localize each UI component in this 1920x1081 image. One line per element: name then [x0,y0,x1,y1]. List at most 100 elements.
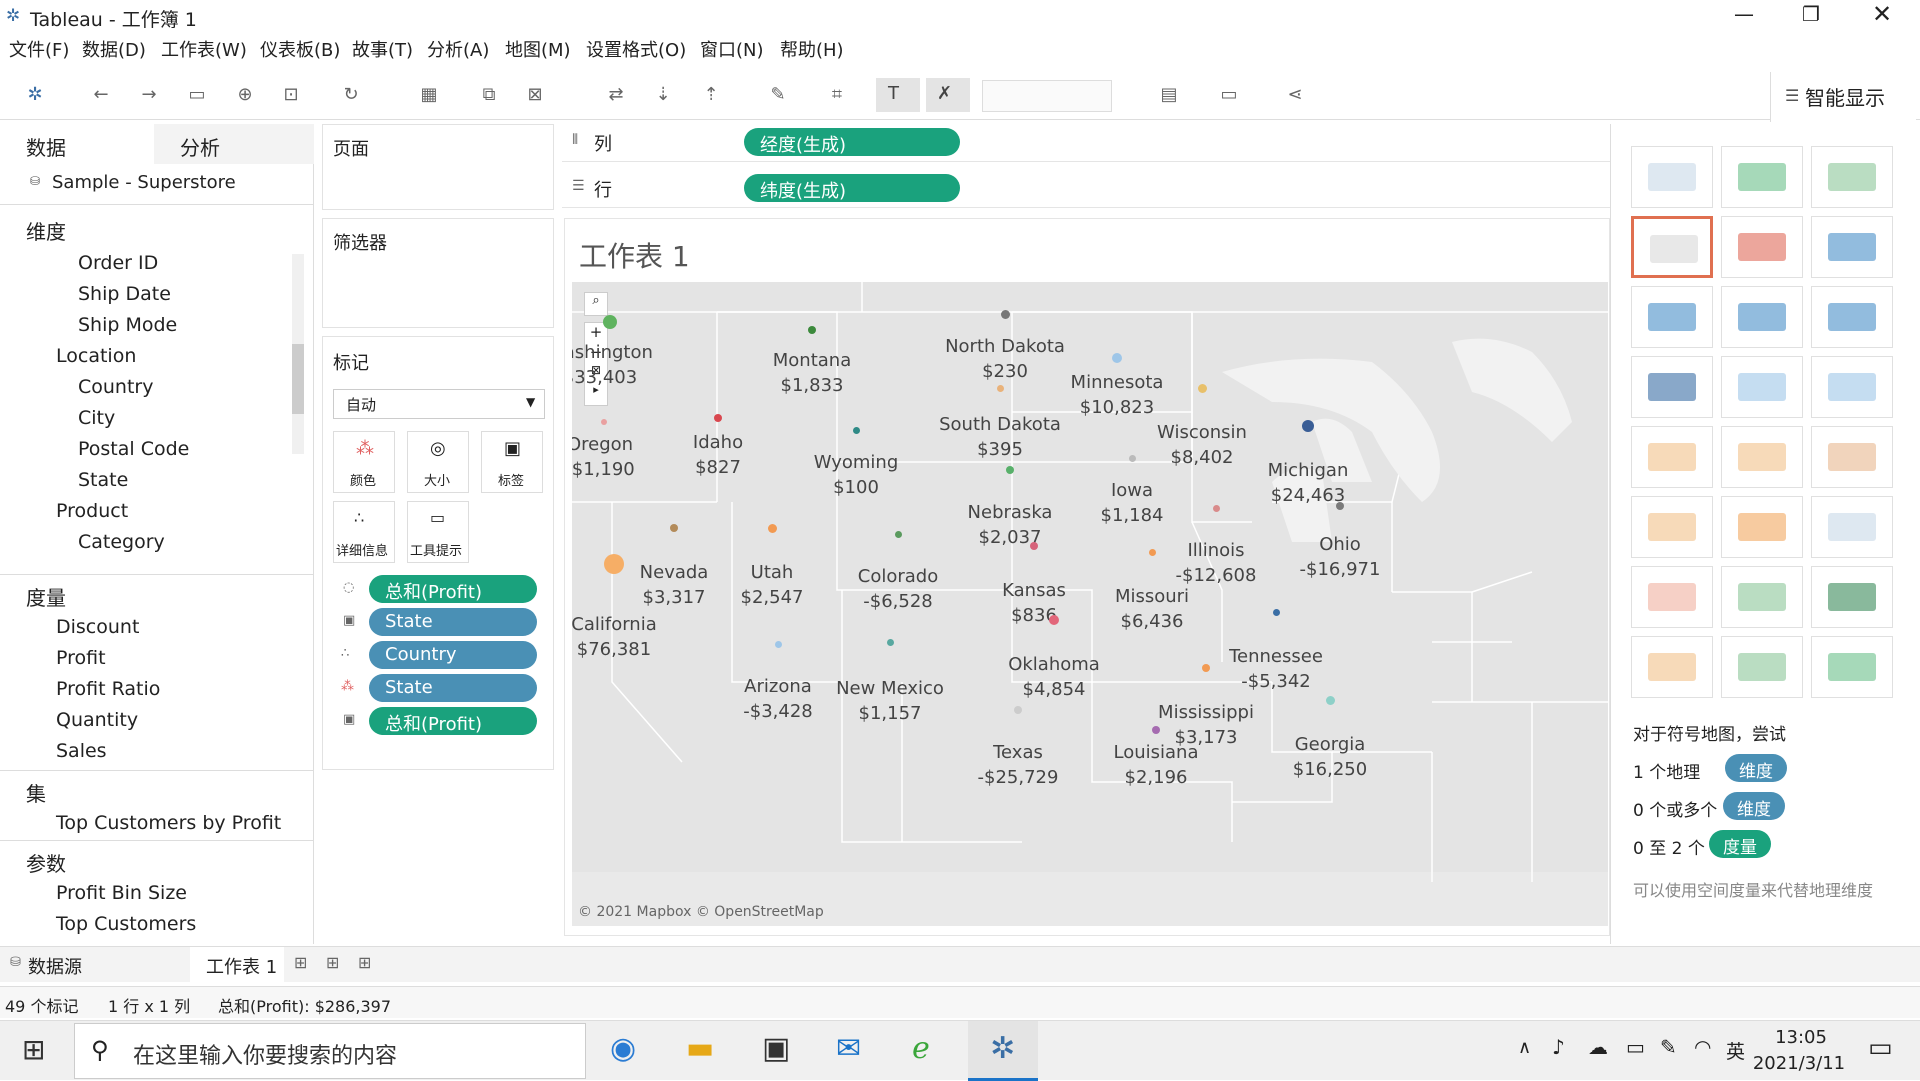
menu-analysis[interactable]: 分析(A) [427,36,489,62]
state-mark-mississippi[interactable] [1202,664,1210,672]
ie-icon[interactable]: ℯ [912,1031,930,1066]
menu-format[interactable]: 设置格式(O) [586,36,686,62]
mark-pill-state-label[interactable]: State [369,608,537,636]
state-mark-california[interactable] [604,554,624,574]
field-sales[interactable]: Sales [56,740,107,762]
field-ship-mode[interactable]: Ship Mode [78,314,177,336]
close-button[interactable]: ✕ [1872,0,1892,28]
show-me-chart-16[interactable] [1631,496,1713,558]
field-country[interactable]: Country [78,376,153,398]
map-search-icon[interactable]: ⌕ [584,292,608,316]
show-me-chart-4[interactable] [1631,216,1713,278]
menu-data[interactable]: 数据(D) [82,36,146,62]
clock-date[interactable]: 2021/3/11 [1734,1053,1864,1074]
edge-icon[interactable]: ◉ [610,1031,636,1066]
state-mark-north-dakota[interactable] [1000,309,1010,319]
set-top-customers-by-profit[interactable]: Top Customers by Profit [56,812,281,834]
show-me-chart-13[interactable] [1631,426,1713,488]
rows-shelf[interactable]: ☰ 行 纬度(生成) [562,170,1610,208]
show-me-chart-10[interactable] [1631,356,1713,418]
show-me-chart-24[interactable] [1811,636,1893,698]
new-datasource-icon[interactable]: ⊕ [234,84,256,106]
field-profit-ratio[interactable]: Profit Ratio [56,678,160,700]
datasource-name[interactable]: Sample - Superstore [52,172,236,193]
menu-window[interactable]: 窗口(N) [700,36,764,62]
state-mark-south-dakota[interactable] [996,384,1004,392]
state-mark-arizona[interactable] [774,640,782,648]
minimize-button[interactable]: — [1734,2,1754,26]
notification-icon[interactable]: ▭ [1868,1033,1893,1063]
dimensions-scrollbar[interactable] [292,254,304,454]
new-story-tab-icon[interactable]: ⊞ [358,953,371,972]
new-worksheet-tab-icon[interactable]: ⊞ [294,953,307,972]
onedrive-icon[interactable]: ☁ [1588,1035,1608,1059]
map-view[interactable]: ⌕ + − ⊠ ▸ © 2021 Mapbox © OpenStreetMap … [572,282,1608,926]
show-me-chart-14[interactable] [1721,426,1803,488]
redo-icon[interactable]: → [138,84,160,106]
state-mark-tennessee[interactable] [1272,608,1280,616]
show-me-chart-9[interactable] [1811,286,1893,348]
field-quantity[interactable]: Quantity [56,709,138,731]
fit-dropdown[interactable] [982,80,1112,112]
tableau-home-icon[interactable]: ✲ [24,84,46,106]
state-mark-oregon[interactable] [601,419,607,425]
show-me-chart-19[interactable] [1631,566,1713,628]
show-me-chart-6[interactable] [1811,216,1893,278]
mark-type-dropdown[interactable]: 自动 ▼ [333,389,545,419]
state-mark-georgia[interactable] [1325,695,1335,705]
field-postal-code[interactable]: Postal Code [78,438,189,460]
tab-analysis[interactable]: 分析 [154,124,314,164]
show-me-chart-5[interactable] [1721,216,1803,278]
show-me-chart-1[interactable] [1631,146,1713,208]
show-me-chart-12[interactable] [1811,356,1893,418]
menu-dashboard[interactable]: 仪表板(B) [260,36,340,62]
store-icon[interactable]: ▣ [762,1031,790,1066]
param-profit-bin-size[interactable]: Profit Bin Size [56,882,187,904]
show-me-chart-17[interactable] [1721,496,1803,558]
state-mark-new-mexico[interactable] [886,638,894,646]
show-me-chart-15[interactable] [1811,426,1893,488]
state-mark-utah[interactable] [767,523,777,533]
show-me-chart-7[interactable] [1631,286,1713,348]
state-mark-nevada[interactable] [670,524,678,532]
wifi-icon[interactable]: ◠ [1694,1035,1711,1059]
folder-location[interactable]: Location [56,345,136,367]
detail-button[interactable]: ∴ 详细信息 [333,501,395,563]
sort-ascending-icon[interactable]: ⇣ [652,84,674,106]
new-dashboard-tab-icon[interactable]: ⊞ [326,953,339,972]
state-mark-iowa[interactable] [1128,454,1136,462]
battery-icon[interactable]: ▭ [1626,1035,1645,1059]
fix-axes-button[interactable]: ✗ [926,78,970,112]
field-city[interactable]: City [78,407,115,429]
new-worksheet-icon[interactable]: ▦ [418,84,440,106]
color-button[interactable]: ⁂ 颜色 [333,431,395,493]
size-button[interactable]: ◎ 大小 [407,431,469,493]
field-order-id[interactable]: Order ID [78,252,158,274]
tab-data[interactable]: 数据 [0,124,154,164]
pill-latitude[interactable]: 纬度(生成) [744,174,960,202]
field-ship-date[interactable]: Ship Date [78,283,171,305]
state-mark-ohio[interactable] [1336,502,1344,510]
share-icon[interactable]: ⋖ [1284,84,1306,106]
show-me-chart-20[interactable] [1721,566,1803,628]
show-labels-button[interactable]: T [876,78,920,112]
field-profit[interactable]: Profit [56,647,106,669]
show-me-chart-23[interactable] [1721,636,1803,698]
mark-pill-country-detail[interactable]: Country [369,641,537,669]
refresh-icon[interactable]: ↻ [340,84,362,106]
state-mark-illinois[interactable] [1212,504,1220,512]
duplicate-sheet-icon[interactable]: ⧉ [478,84,500,106]
tableau-taskbar-button[interactable]: ✲ [968,1021,1038,1081]
state-mark-michigan[interactable] [1302,420,1314,432]
presentation-icon[interactable]: ▭ [1218,84,1240,106]
show-me-chart-3[interactable] [1811,146,1893,208]
field-state[interactable]: State [78,469,128,491]
menu-help[interactable]: 帮助(H) [780,36,844,62]
state-mark-minnesota[interactable] [1112,353,1122,363]
pill-longitude[interactable]: 经度(生成) [744,128,960,156]
show-me-chart-8[interactable] [1721,286,1803,348]
state-mark-missouri[interactable] [1148,548,1156,556]
undo-icon[interactable]: ← [90,84,112,106]
windows-start-icon[interactable]: ⊞ [22,1033,45,1066]
sort-descending-icon[interactable]: ⇡ [700,84,722,106]
